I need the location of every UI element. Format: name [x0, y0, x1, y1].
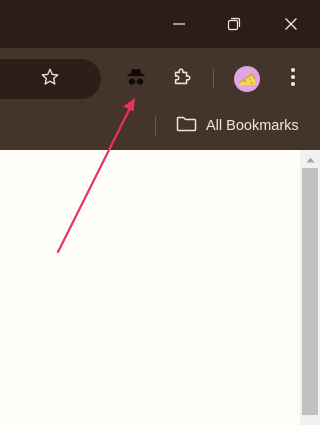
- kebab-menu-icon: [290, 67, 296, 92]
- scroll-up-button[interactable]: [300, 150, 320, 167]
- restore-icon: [227, 17, 241, 31]
- scrollbar-thumb[interactable]: [302, 168, 318, 415]
- extensions-button[interactable]: [166, 63, 198, 95]
- star-icon: [40, 67, 60, 92]
- avatar: [238, 73, 256, 85]
- minimize-icon: [172, 17, 186, 31]
- close-window-button[interactable]: [265, 0, 317, 48]
- all-bookmarks-label: All Bookmarks: [206, 118, 299, 134]
- page-content: [0, 150, 300, 425]
- menu-button[interactable]: [277, 63, 309, 95]
- toolbar: [0, 48, 320, 110]
- minimize-button[interactable]: [153, 0, 205, 48]
- toolbar-separator: [213, 69, 214, 89]
- close-icon: [284, 17, 298, 31]
- puzzle-icon: [171, 66, 193, 93]
- vertical-scrollbar[interactable]: [300, 150, 320, 425]
- incognito-button[interactable]: [120, 63, 152, 95]
- folder-icon: [176, 116, 206, 136]
- profile-avatar-button[interactable]: [234, 66, 260, 92]
- address-bar[interactable]: [0, 59, 101, 99]
- browser-window: All Bookmarks: [0, 0, 320, 425]
- all-bookmarks-button[interactable]: All Bookmarks: [170, 112, 305, 140]
- restore-button[interactable]: [208, 0, 260, 48]
- title-bar: [0, 0, 320, 48]
- scroll-up-arrow-icon: [306, 150, 315, 168]
- bookmarks-separator: [155, 116, 156, 136]
- bookmark-star-button[interactable]: [38, 67, 62, 91]
- bookmarks-bar: All Bookmarks: [0, 110, 320, 150]
- incognito-icon: [125, 66, 147, 93]
